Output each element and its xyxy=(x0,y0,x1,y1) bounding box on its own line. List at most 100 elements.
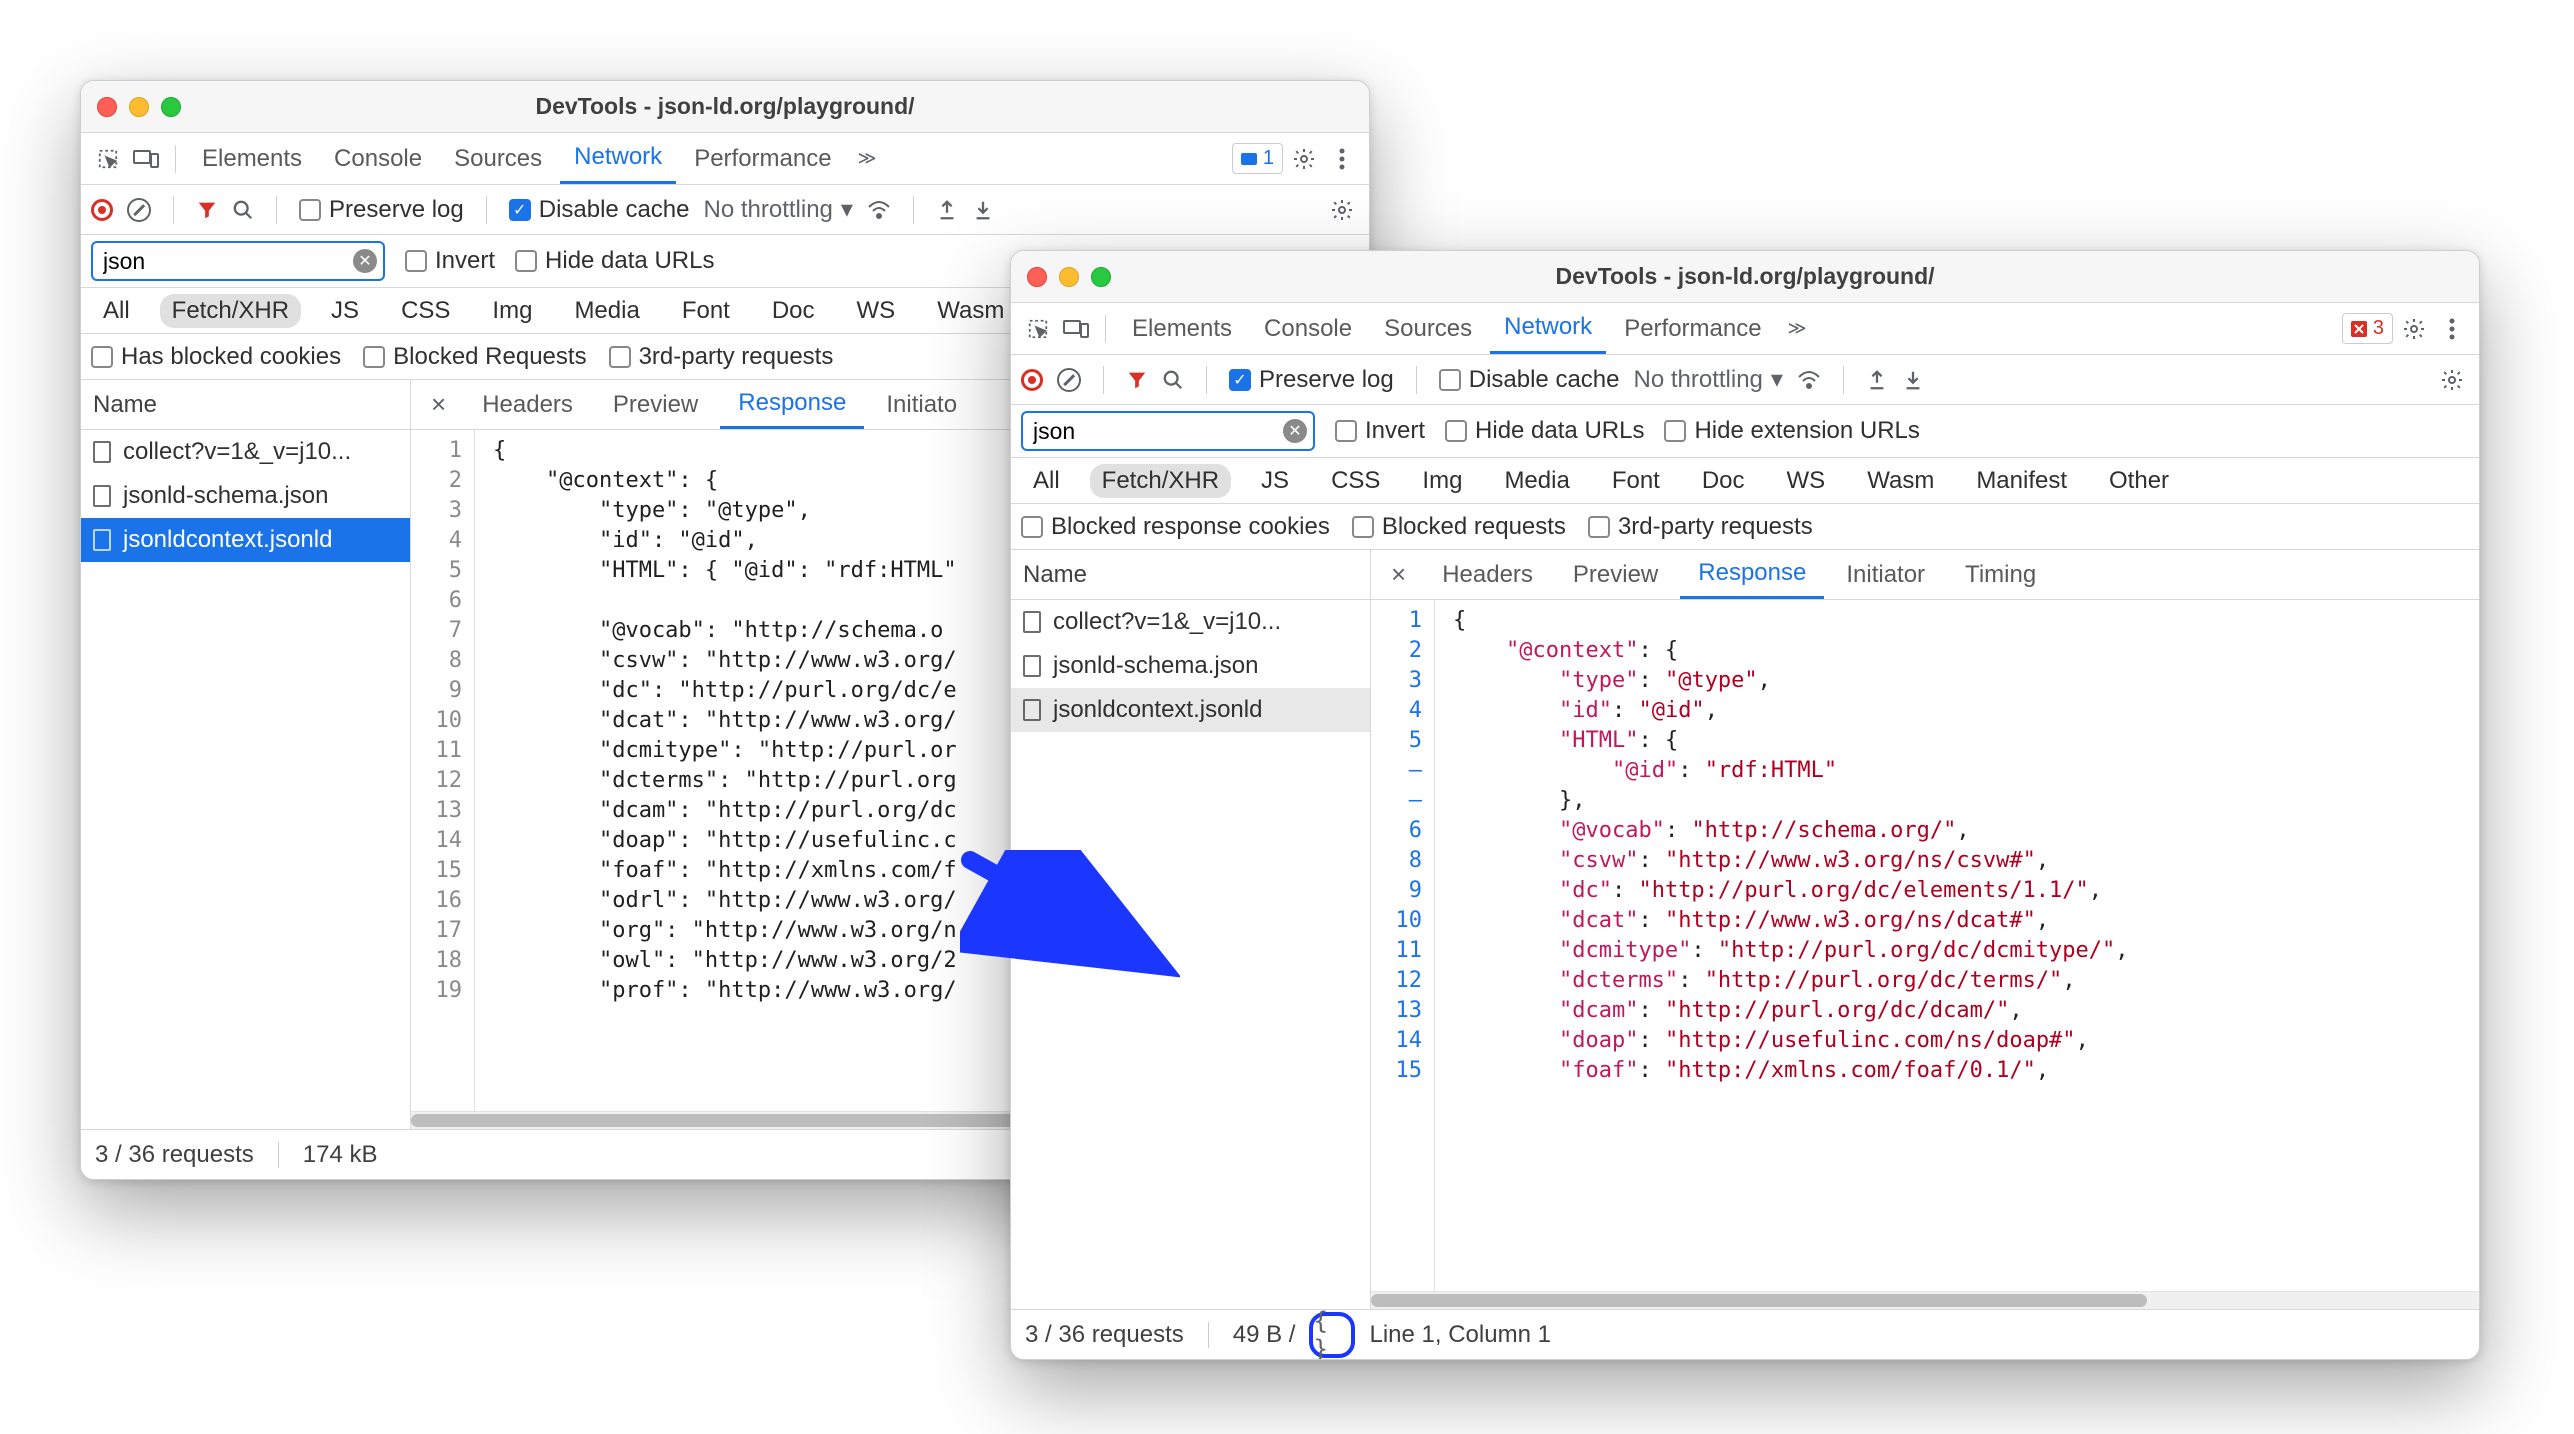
detail-tab-response[interactable]: Response xyxy=(1680,550,1824,599)
search-icon[interactable] xyxy=(232,199,254,221)
preserve-log-checkbox[interactable]: ✓Preserve log xyxy=(1229,366,1394,394)
type-img[interactable]: Img xyxy=(480,294,544,328)
device-toggle-icon[interactable] xyxy=(129,149,163,169)
inspect-icon[interactable] xyxy=(1021,318,1055,340)
search-icon[interactable] xyxy=(1162,369,1184,391)
clear-icon[interactable] xyxy=(127,198,151,222)
type-font[interactable]: Font xyxy=(1600,464,1672,498)
type-js[interactable]: JS xyxy=(1249,464,1301,498)
invert-checkbox[interactable]: Invert xyxy=(1335,417,1425,445)
inspect-icon[interactable] xyxy=(91,148,125,170)
panel-settings-icon[interactable] xyxy=(1325,198,1359,222)
close-detail-icon[interactable]: × xyxy=(417,389,460,420)
type-img[interactable]: Img xyxy=(1410,464,1474,498)
tab-sources[interactable]: Sources xyxy=(1370,303,1486,354)
device-toggle-icon[interactable] xyxy=(1059,319,1093,339)
code-lines[interactable]: { "@context": { "type": "@type", "id": "… xyxy=(475,430,957,1111)
detail-tab-headers[interactable]: Headers xyxy=(1424,550,1551,599)
horizontal-scrollbar[interactable] xyxy=(1371,1291,2479,1309)
type-fetch-xhr[interactable]: Fetch/XHR xyxy=(1090,464,1231,498)
settings-icon[interactable] xyxy=(1287,147,1321,171)
has-blocked-cookies-checkbox[interactable]: Has blocked cookies xyxy=(91,343,341,371)
third-party-checkbox[interactable]: 3rd-party requests xyxy=(609,343,834,371)
disable-cache-checkbox[interactable]: Disable cache xyxy=(1439,366,1620,394)
type-wasm[interactable]: Wasm xyxy=(1855,464,1946,498)
request-row[interactable]: jsonld-schema.json xyxy=(81,474,410,518)
panel-settings-icon[interactable] xyxy=(2435,368,2469,392)
throttling-select[interactable]: No throttling ▾ xyxy=(703,195,852,224)
type-media[interactable]: Media xyxy=(1492,464,1581,498)
record-icon[interactable] xyxy=(91,199,113,221)
titlebar[interactable]: DevTools - json-ld.org/playground/ xyxy=(81,81,1369,133)
request-row[interactable]: collect?v=1&_v=j10... xyxy=(81,430,410,474)
detail-tab-preview[interactable]: Preview xyxy=(1555,550,1676,599)
type-wasm[interactable]: Wasm xyxy=(925,294,1016,328)
type-other[interactable]: Other xyxy=(2097,464,2181,498)
record-icon[interactable] xyxy=(1021,369,1043,391)
hide-data-urls-checkbox[interactable]: Hide data URLs xyxy=(1445,417,1644,445)
filter-icon[interactable] xyxy=(1126,369,1148,391)
pretty-print-button[interactable]: { } xyxy=(1309,1312,1355,1358)
kebab-menu-icon[interactable] xyxy=(1325,148,1359,170)
throttling-select[interactable]: No throttling ▾ xyxy=(1633,365,1782,394)
zoom-icon[interactable] xyxy=(161,97,181,117)
request-row[interactable]: collect?v=1&_v=j10... xyxy=(1011,600,1370,644)
detail-tab-response[interactable]: Response xyxy=(720,380,864,429)
hide-extension-urls-checkbox[interactable]: Hide extension URLs xyxy=(1664,417,1919,445)
download-icon[interactable] xyxy=(1902,369,1924,391)
type-ws[interactable]: WS xyxy=(1775,464,1838,498)
detail-tab-timing[interactable]: Timing xyxy=(1947,550,2054,599)
type-css[interactable]: CSS xyxy=(1319,464,1392,498)
filter-icon[interactable] xyxy=(196,199,218,221)
type-all[interactable]: All xyxy=(1021,464,1072,498)
upload-icon[interactable] xyxy=(1866,369,1888,391)
type-ws[interactable]: WS xyxy=(845,294,908,328)
type-all[interactable]: All xyxy=(91,294,142,328)
response-code[interactable]: 12345––689101112131415 { "@context": { "… xyxy=(1371,600,2479,1291)
blocked-requests-checkbox[interactable]: Blocked requests xyxy=(1352,513,1566,541)
third-party-checkbox[interactable]: 3rd-party requests xyxy=(1588,513,1813,541)
settings-icon[interactable] xyxy=(2397,317,2431,341)
type-doc[interactable]: Doc xyxy=(1690,464,1757,498)
hide-data-urls-checkbox[interactable]: Hide data URLs xyxy=(515,247,714,275)
tab-network[interactable]: Network xyxy=(560,133,676,184)
request-header[interactable]: Name xyxy=(81,380,410,430)
upload-icon[interactable] xyxy=(936,199,958,221)
type-fetch-xhr[interactable]: Fetch/XHR xyxy=(160,294,301,328)
tab-network[interactable]: Network xyxy=(1490,303,1606,354)
filter-input[interactable]: ✕ xyxy=(1021,411,1315,451)
more-tabs-icon[interactable]: ≫ xyxy=(850,148,885,169)
close-detail-icon[interactable]: × xyxy=(1377,559,1420,590)
type-manifest[interactable]: Manifest xyxy=(1964,464,2079,498)
request-row[interactable]: jsonld-schema.json xyxy=(1011,644,1370,688)
close-icon[interactable] xyxy=(97,97,117,117)
request-row-selected[interactable]: jsonldcontext.jsonld xyxy=(81,518,410,562)
detail-tab-initiator[interactable]: Initiator xyxy=(1828,550,1943,599)
clear-filter-icon[interactable]: ✕ xyxy=(1283,419,1307,443)
wifi-icon[interactable] xyxy=(867,199,891,221)
minimize-icon[interactable] xyxy=(129,97,149,117)
blocked-response-cookies-checkbox[interactable]: Blocked response cookies xyxy=(1021,513,1330,541)
issues-badge[interactable]: 1 xyxy=(1232,143,1283,174)
titlebar[interactable]: DevTools - json-ld.org/playground/ xyxy=(1011,251,2479,303)
detail-tab-headers[interactable]: Headers xyxy=(464,380,591,429)
detail-tab-preview[interactable]: Preview xyxy=(595,380,716,429)
wifi-icon[interactable] xyxy=(1797,369,1821,391)
disable-cache-checkbox[interactable]: ✓Disable cache xyxy=(509,196,690,224)
type-font[interactable]: Font xyxy=(670,294,742,328)
code-lines[interactable]: { "@context": { "type": "@type", "id": "… xyxy=(1435,600,2129,1291)
more-tabs-icon[interactable]: ≫ xyxy=(1780,318,1815,339)
minimize-icon[interactable] xyxy=(1059,267,1079,287)
tab-performance[interactable]: Performance xyxy=(1610,303,1775,354)
tab-elements[interactable]: Elements xyxy=(188,133,316,184)
close-icon[interactable] xyxy=(1027,267,1047,287)
tab-performance[interactable]: Performance xyxy=(680,133,845,184)
request-header[interactable]: Name xyxy=(1011,550,1370,600)
kebab-menu-icon[interactable] xyxy=(2435,318,2469,340)
type-media[interactable]: Media xyxy=(562,294,651,328)
type-doc[interactable]: Doc xyxy=(760,294,827,328)
tab-elements[interactable]: Elements xyxy=(1118,303,1246,354)
filter-input[interactable]: ✕ xyxy=(91,241,385,281)
download-icon[interactable] xyxy=(972,199,994,221)
preserve-log-checkbox[interactable]: Preserve log xyxy=(299,196,464,224)
